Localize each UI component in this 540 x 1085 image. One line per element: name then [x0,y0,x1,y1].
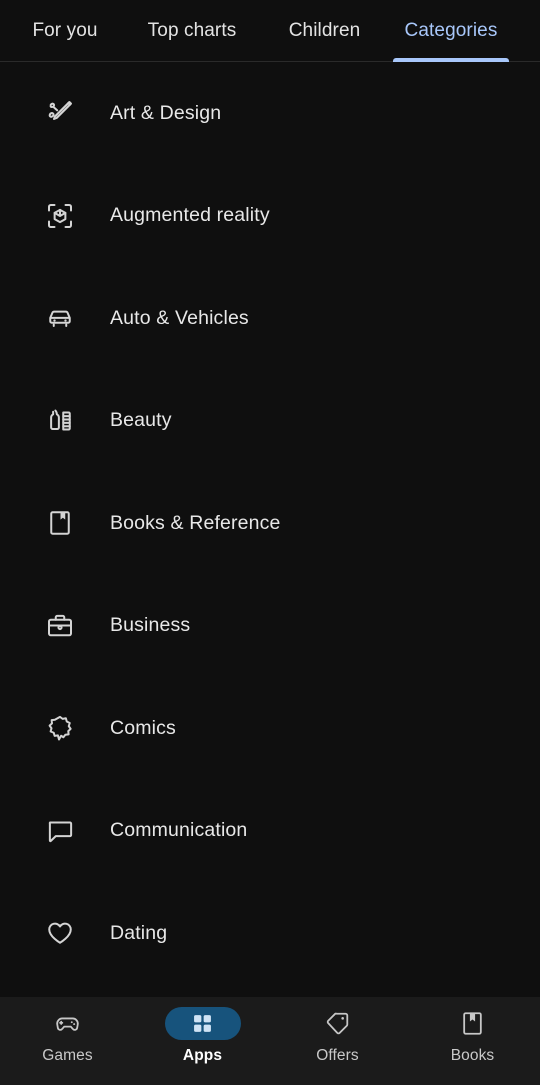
category-row-art-design[interactable]: Art & Design [0,62,540,165]
tab-children[interactable]: Children [262,0,387,62]
tab-label: For you [32,20,98,41]
tab-categories[interactable]: Categories [387,0,515,62]
tab-label: Categories [404,20,498,41]
nav-item-offers[interactable]: Offers [270,1007,405,1065]
category-row-augmented-reality[interactable]: Augmented reality [0,165,540,268]
category-label: Communication [110,819,248,842]
nav-label: Games [42,1047,93,1064]
category-label: Augmented reality [110,204,270,227]
tab-top-charts[interactable]: Top charts [122,0,262,62]
category-row-books-reference[interactable]: Books & Reference [0,472,540,575]
beauty-icon [44,405,76,437]
price-tag-icon [300,1007,376,1040]
active-tab-indicator [393,58,509,62]
tab-label: Children [288,20,361,41]
play-store-screen: For you Top charts Children Categories A… [0,0,540,1085]
comics-burst-icon [44,712,76,744]
heart-icon [44,917,76,949]
category-row-communication[interactable]: Communication [0,780,540,883]
nav-label: Apps [182,1047,223,1064]
category-label: Comics [110,716,176,739]
category-label: Auto & Vehicles [110,306,249,329]
category-row-auto-vehicles[interactable]: Auto & Vehicles [0,267,540,370]
car-icon [44,302,76,334]
category-label: Business [110,614,191,637]
category-row-dating[interactable]: Dating [0,882,540,985]
briefcase-icon [44,610,76,642]
category-label: Art & Design [110,101,222,124]
nav-item-books[interactable]: Books [405,1007,540,1065]
nav-item-games[interactable]: Games [0,1007,135,1065]
category-label: Books & Reference [110,511,281,534]
tab-for-you[interactable]: For you [8,0,122,62]
nav-item-apps[interactable]: Apps [135,1007,270,1065]
book-bookmark-icon [44,507,76,539]
bottom-navigation-bar: Games Apps Offers Books [0,997,540,1085]
tab-label: Top charts [147,20,237,41]
gamepad-icon [30,1007,106,1040]
category-row-comics[interactable]: Comics [0,677,540,780]
category-label: Dating [110,921,168,944]
nav-label: Offers [316,1047,359,1064]
book-marker-icon [435,1007,511,1040]
augmented-reality-icon [44,200,76,232]
category-label: Beauty [110,409,172,432]
top-tab-bar: For you Top charts Children Categories [0,0,540,62]
category-row-beauty[interactable]: Beauty [0,370,540,473]
art-design-icon [44,97,76,129]
apps-grid-icon [164,1007,241,1040]
category-list: Art & Design Augmented reality Auto & Ve… [0,62,540,997]
category-row-business[interactable]: Business [0,575,540,678]
nav-label: Books [450,1047,495,1064]
chat-bubble-icon [44,815,76,847]
